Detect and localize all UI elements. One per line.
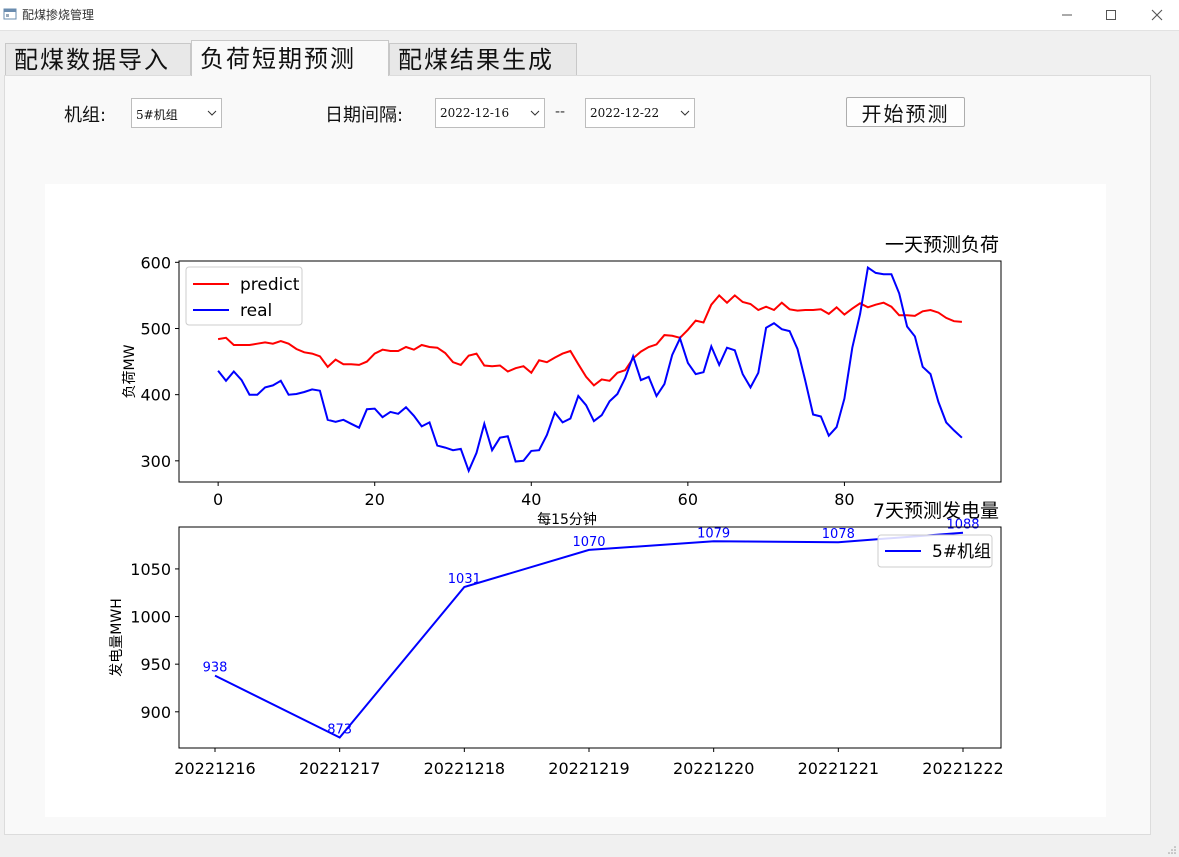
x-tick-label: 20221222 bbox=[922, 759, 1003, 778]
x-tick-label: 20221221 bbox=[798, 759, 879, 778]
tab-coal-data-import[interactable]: 配煤数据导入 bbox=[5, 43, 191, 75]
date-separator: -- bbox=[555, 104, 566, 120]
legend-label-predict: predict bbox=[240, 275, 300, 295]
energy-chart-title: 7天预测发电量 bbox=[873, 500, 999, 522]
x-tick-label: 20221218 bbox=[424, 759, 505, 778]
close-icon bbox=[1151, 9, 1163, 21]
end-date-value: 2022-12-22 bbox=[590, 106, 660, 120]
minimize-button[interactable] bbox=[1044, 0, 1090, 30]
maximize-icon bbox=[1106, 10, 1116, 20]
y-tick-label: 1050 bbox=[130, 560, 171, 579]
legend-label-energy: 5#机组 bbox=[932, 542, 991, 562]
x-tick-label: 0 bbox=[213, 490, 223, 509]
unit-select[interactable]: 5#机组 bbox=[131, 98, 222, 128]
load-y-axis-label: 负荷MW bbox=[122, 344, 138, 398]
x-tick-label: 80 bbox=[834, 490, 854, 509]
unit-label: 机组: bbox=[64, 105, 107, 126]
data-label: 1031 bbox=[448, 572, 481, 587]
date-range-label: 日期间隔: bbox=[325, 105, 404, 126]
chevron-down-icon bbox=[530, 110, 540, 116]
start-forecast-button[interactable]: 开始预测 bbox=[846, 97, 965, 127]
data-label: 938 bbox=[203, 661, 228, 676]
end-date-picker[interactable]: 2022-12-22 bbox=[585, 98, 695, 128]
load-x-axis-label: 每15分钟 bbox=[537, 511, 597, 528]
x-tick-label: 20221220 bbox=[673, 759, 754, 778]
x-tick-label: 20 bbox=[365, 490, 385, 509]
y-tick-label: 600 bbox=[140, 253, 171, 272]
start-date-picker[interactable]: 2022-12-16 bbox=[435, 98, 545, 128]
window-title: 配煤掺烧管理 bbox=[22, 8, 95, 22]
y-tick-label: 500 bbox=[140, 319, 171, 338]
y-tick-label: 300 bbox=[140, 452, 171, 471]
y-tick-label: 950 bbox=[140, 655, 171, 674]
y-tick-label: 1000 bbox=[130, 608, 171, 627]
data-label: 873 bbox=[327, 723, 352, 738]
app-icon bbox=[3, 6, 17, 20]
minimize-icon bbox=[1062, 14, 1072, 16]
chart-canvas: 0 20 40 60 80 300 400 500 600 一天预测负荷每15分钟 负荷MW pred… bbox=[109, 234, 1004, 778]
y-tick-label: 900 bbox=[140, 703, 171, 722]
chart-figure: 0 20 40 60 80 300 400 500 600 一天预测负荷每15分钟 负荷MW pred… bbox=[45, 184, 1106, 817]
x-tick-label: 20221216 bbox=[174, 759, 255, 778]
legend-label-real: real bbox=[240, 301, 272, 321]
data-label: 1079 bbox=[697, 526, 730, 541]
series-line-predict bbox=[217, 293, 962, 387]
toolbar-gap bbox=[0, 30, 1179, 41]
tab-coal-result[interactable]: 配煤结果生成 bbox=[389, 43, 577, 75]
x-tick-label: 60 bbox=[678, 490, 698, 509]
title-bar: 配煤掺烧管理 bbox=[0, 0, 1179, 30]
close-button[interactable] bbox=[1134, 0, 1179, 30]
resize-grip-icon[interactable] bbox=[1167, 845, 1177, 855]
x-tick-label: 20221217 bbox=[299, 759, 380, 778]
load-chart-title: 一天预测负荷 bbox=[885, 234, 999, 256]
maximize-button[interactable] bbox=[1088, 0, 1134, 30]
x-tick-label: 40 bbox=[521, 490, 541, 509]
data-label: 1070 bbox=[572, 535, 605, 550]
chevron-down-icon bbox=[207, 110, 217, 116]
series-line-real bbox=[217, 265, 963, 474]
x-tick-label: 20221219 bbox=[548, 759, 629, 778]
tab-load-forecast[interactable]: 负荷短期预测 bbox=[191, 40, 389, 76]
start-date-value: 2022-12-16 bbox=[440, 106, 510, 120]
data-label: 1078 bbox=[822, 527, 855, 542]
energy-y-axis-label: 发电量MWH bbox=[109, 598, 125, 676]
y-tick-label: 400 bbox=[140, 386, 171, 405]
series-line-energy bbox=[214, 531, 964, 739]
unit-select-value: 5#机组 bbox=[136, 108, 178, 122]
chevron-down-icon bbox=[680, 110, 690, 116]
